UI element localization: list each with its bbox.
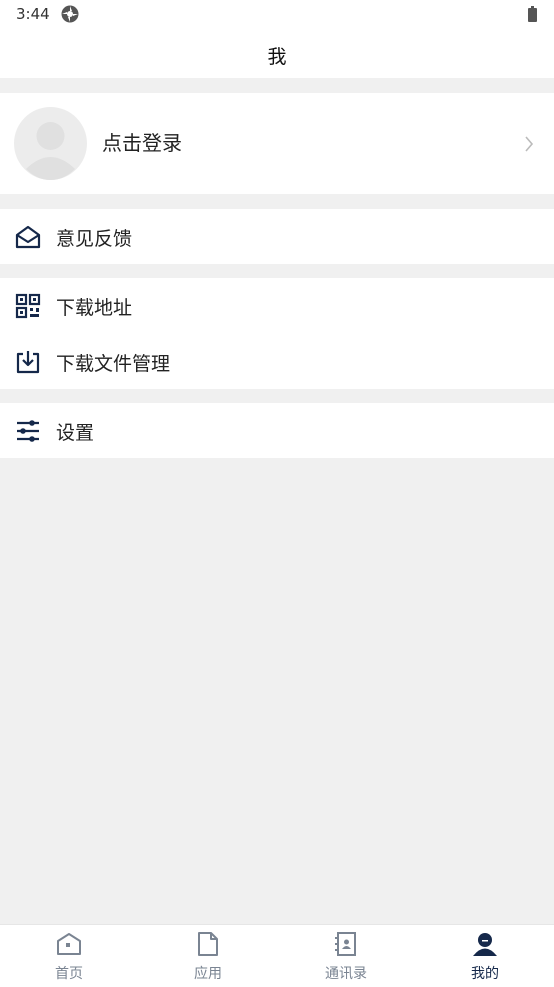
settings-label: 设置 [56, 422, 95, 444]
bottom-tab-bar: 首页 应用 通讯录 我的 [0, 924, 554, 987]
home-icon [57, 933, 81, 955]
tab-contacts-label: 通讯录 [325, 966, 367, 982]
download-files-label: 下载文件管理 [56, 353, 171, 375]
download-files-menu-item[interactable]: 下载文件管理 [0, 334, 554, 389]
feedback-label: 意见反馈 [56, 228, 133, 250]
tab-apps[interactable]: 应用 [139, 925, 277, 987]
tab-me[interactable]: 我的 [416, 925, 554, 987]
settings-menu-item[interactable]: 设置 [0, 403, 554, 458]
sync-icon [61, 5, 79, 23]
contacts-book-icon [335, 932, 356, 956]
sliders-icon [17, 420, 39, 442]
tab-home[interactable]: 首页 [0, 925, 138, 987]
battery-icon [528, 6, 537, 22]
download-address-label: 下载地址 [56, 297, 133, 319]
document-icon [198, 932, 218, 956]
user-icon [473, 933, 497, 956]
mail-open-icon [15, 225, 41, 249]
page-title: 我 [267, 46, 287, 68]
tab-apps-label: 应用 [194, 966, 222, 982]
login-label: 点击登录 [102, 131, 182, 155]
status-time: 3:44 [16, 5, 50, 23]
header: 我 [0, 30, 554, 78]
feedback-menu-item[interactable]: 意见反馈 [0, 209, 554, 264]
login-card[interactable]: 点击登录 [0, 93, 554, 194]
status-bar: 3:44 [0, 0, 554, 30]
chevron-right-icon [525, 136, 534, 152]
download-group: 下载地址 下载文件管理 [0, 278, 554, 389]
tab-me-label: 我的 [471, 966, 499, 982]
download-icon [16, 351, 40, 374]
download-address-menu-item[interactable]: 下载地址 [0, 278, 554, 333]
qr-code-icon [15, 293, 41, 319]
tab-contacts[interactable]: 通讯录 [277, 925, 415, 987]
tab-home-label: 首页 [55, 966, 83, 982]
avatar [14, 107, 87, 180]
